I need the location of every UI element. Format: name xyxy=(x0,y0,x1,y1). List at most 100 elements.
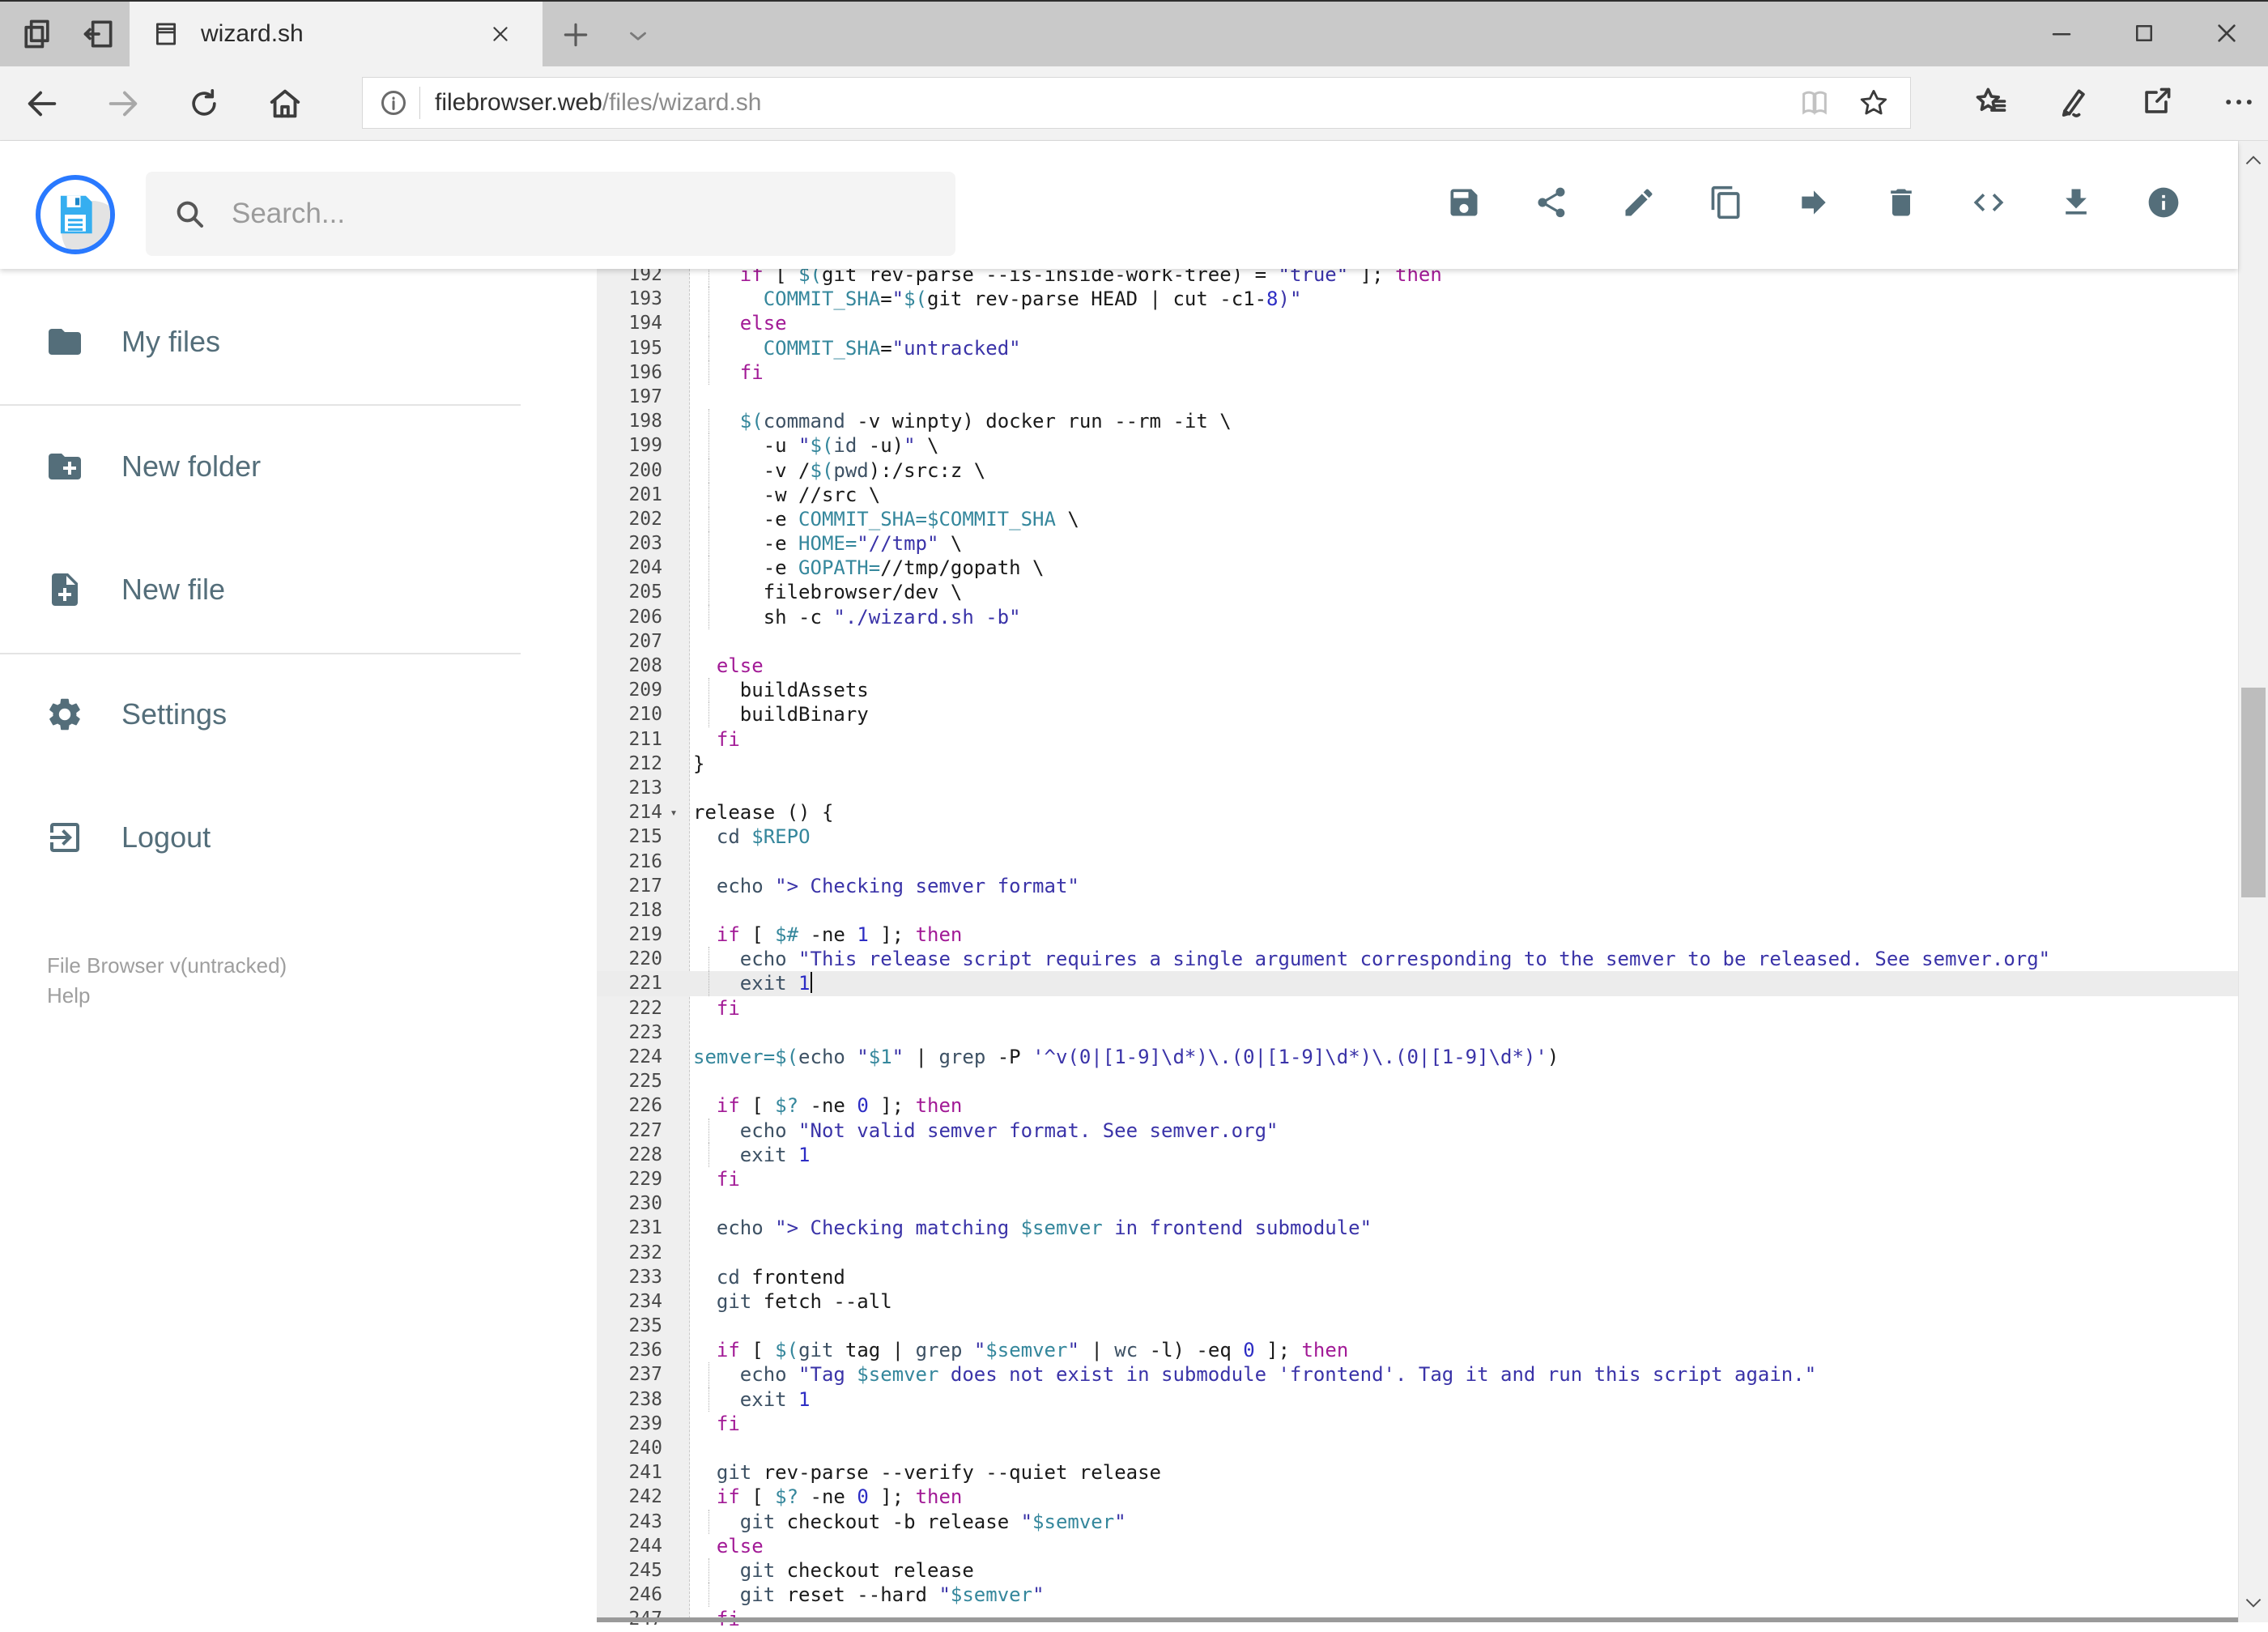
code-line[interactable]: 238 exit 1 xyxy=(597,1387,2238,1412)
add-favorite-star-icon[interactable] xyxy=(1858,87,1889,118)
code-line[interactable]: 222 fi xyxy=(597,996,2238,1021)
set-tabs-aside-button[interactable] xyxy=(76,11,121,57)
code-line[interactable]: 206 sh -c "./wizard.sh -b" xyxy=(597,605,2238,629)
new-tab-button[interactable] xyxy=(557,16,594,53)
url-text[interactable]: filebrowser.web/files/wizard.sh xyxy=(435,89,762,117)
scroll-down-button[interactable] xyxy=(2239,1587,2268,1619)
scrollbar-thumb[interactable] xyxy=(2241,688,2266,897)
code-line[interactable]: 217 echo "> Checking semver format" xyxy=(597,874,2238,898)
code-line[interactable]: 232 xyxy=(597,1241,2238,1265)
favorites-hub-button[interactable] xyxy=(1973,84,2009,120)
code-line[interactable]: 218 xyxy=(597,898,2238,923)
code-line[interactable]: 244 else xyxy=(597,1534,2238,1558)
code-line[interactable]: 212} xyxy=(597,752,2238,776)
code-line[interactable]: 245 git checkout release xyxy=(597,1558,2238,1583)
code-line[interactable]: 237 echo "Tag $semver does not exist in … xyxy=(597,1362,2238,1387)
code-line[interactable]: 224semver=$(echo "$1" | grep -P '^v(0|[1… xyxy=(597,1045,2238,1069)
code-line[interactable]: 240 xyxy=(597,1436,2238,1460)
code-line[interactable]: 229 fi xyxy=(597,1167,2238,1191)
home-button[interactable] xyxy=(266,84,304,123)
code-line[interactable]: 213 xyxy=(597,776,2238,800)
code-line[interactable]: 215 cd $REPO xyxy=(597,825,2238,849)
code-line[interactable]: 235 xyxy=(597,1314,2238,1338)
sidebar-item-new-folder[interactable]: New folder xyxy=(45,441,261,492)
code-line[interactable]: 233 cd frontend xyxy=(597,1265,2238,1289)
code-line[interactable]: 221 exit 1 xyxy=(597,971,2238,995)
code-line[interactable]: 208 else xyxy=(597,654,2238,678)
back-button[interactable] xyxy=(23,84,62,123)
code-line[interactable]: 228 exit 1 xyxy=(597,1143,2238,1167)
code-line[interactable]: 223 xyxy=(597,1021,2238,1045)
vertical-scrollbar[interactable] xyxy=(2238,141,2268,1622)
download-button[interactable] xyxy=(2058,185,2094,220)
delete-button[interactable] xyxy=(1883,185,1919,220)
search-bar[interactable] xyxy=(146,172,955,256)
code-line[interactable]: 246 git reset --hard "$semver" xyxy=(597,1583,2238,1607)
share-button[interactable] xyxy=(1534,185,1569,220)
sidebar-item-my-files[interactable]: My files xyxy=(45,316,220,368)
code-line[interactable]: 205 filebrowser/dev \ xyxy=(597,580,2238,604)
code-line[interactable]: 194 else xyxy=(597,311,2238,335)
site-info-icon[interactable] xyxy=(379,88,408,117)
sidebar-item-settings[interactable]: Settings xyxy=(45,688,227,740)
tab-list-dropdown-button[interactable] xyxy=(622,21,654,50)
code-line[interactable]: 226 if [ $? -ne 0 ]; then xyxy=(597,1093,2238,1118)
code-line[interactable]: 242 if [ $? -ne 0 ]; then xyxy=(597,1485,2238,1509)
address-bar[interactable]: filebrowser.web/files/wizard.sh xyxy=(362,77,1911,129)
code-editor[interactable]: 192 if [ $(git rev-parse --is-inside-wor… xyxy=(597,262,2238,1632)
raw-code-button[interactable] xyxy=(1971,185,2006,220)
code-line[interactable]: 236 if [ $(git tag | grep "$semver" | wc… xyxy=(597,1338,2238,1362)
web-note-button[interactable] xyxy=(2056,84,2091,120)
code-line[interactable]: 230 xyxy=(597,1191,2238,1216)
code-line[interactable]: 204 -e GOPATH=//tmp/gopath \ xyxy=(597,556,2238,580)
code-line[interactable]: 203 -e HOME="//tmp" \ xyxy=(597,531,2238,556)
code-line[interactable]: 207 xyxy=(597,629,2238,654)
save-button[interactable] xyxy=(1446,185,1482,220)
code-line[interactable]: 201 -w //src \ xyxy=(597,483,2238,507)
show-set-aside-tabs-button[interactable] xyxy=(15,11,60,57)
code-line[interactable]: 210 buildBinary xyxy=(597,702,2238,727)
code-line[interactable]: 243 git checkout -b release "$semver" xyxy=(597,1510,2238,1534)
code-line[interactable]: 241 git rev-parse --verify --quiet relea… xyxy=(597,1460,2238,1485)
code-line[interactable]: 199 -u "$(id -u)" \ xyxy=(597,433,2238,458)
search-input[interactable] xyxy=(230,197,881,231)
scroll-up-button[interactable] xyxy=(2239,144,2268,177)
active-tab[interactable]: wizard.sh xyxy=(130,2,543,66)
code-line[interactable]: 227 echo "Not valid semver format. See s… xyxy=(597,1119,2238,1143)
info-button[interactable] xyxy=(2146,185,2181,220)
code-line[interactable]: 198 $(command -v winpty) docker run --rm… xyxy=(597,409,2238,433)
maximize-button[interactable] xyxy=(2103,2,2185,65)
code-line[interactable]: 196 fi xyxy=(597,360,2238,385)
minimize-button[interactable] xyxy=(2020,2,2103,65)
code-line[interactable]: 193 COMMIT_SHA="$(git rev-parse HEAD | c… xyxy=(597,287,2238,311)
copy-button[interactable] xyxy=(1708,185,1744,220)
code-line[interactable]: 216 xyxy=(597,850,2238,874)
code-line[interactable]: 202 -e COMMIT_SHA=$COMMIT_SHA \ xyxy=(597,507,2238,531)
code-line[interactable]: 195 COMMIT_SHA="untracked" xyxy=(597,336,2238,360)
code-line[interactable]: 225 xyxy=(597,1069,2238,1093)
share-page-button[interactable] xyxy=(2138,84,2174,120)
forward-button[interactable] xyxy=(104,84,143,123)
code-line[interactable]: 200 -v /$(pwd):/src:z \ xyxy=(597,458,2238,483)
help-link[interactable]: Help xyxy=(47,983,90,1008)
sidebar-item-logout[interactable]: Logout xyxy=(45,812,211,863)
code-line[interactable]: 211 fi xyxy=(597,727,2238,752)
settings-menu-button[interactable] xyxy=(2221,84,2257,120)
app-logo[interactable] xyxy=(36,175,115,254)
code-line[interactable]: 234 git fetch --all xyxy=(597,1289,2238,1314)
code-line[interactable]: 219 if [ $# -ne 1 ]; then xyxy=(597,923,2238,947)
code-line[interactable]: 197 xyxy=(597,385,2238,409)
tab-close-button[interactable] xyxy=(487,21,513,47)
horizontal-scrollbar[interactable] xyxy=(597,1617,2238,1622)
reading-view-icon[interactable] xyxy=(1798,87,1831,119)
code-line[interactable]: 214▾release () { xyxy=(597,800,2238,825)
sidebar-item-new-file[interactable]: New file xyxy=(45,564,225,616)
rename-button[interactable] xyxy=(1621,185,1657,220)
refresh-button[interactable] xyxy=(185,84,223,123)
window-close-button[interactable] xyxy=(2185,2,2268,65)
move-button[interactable] xyxy=(1796,185,1832,220)
code-line[interactable]: 209 buildAssets xyxy=(597,678,2238,702)
fold-marker-icon[interactable]: ▾ xyxy=(662,800,685,825)
code-line[interactable]: 239 fi xyxy=(597,1412,2238,1436)
code-line[interactable]: 231 echo "> Checking matching $semver in… xyxy=(597,1216,2238,1240)
